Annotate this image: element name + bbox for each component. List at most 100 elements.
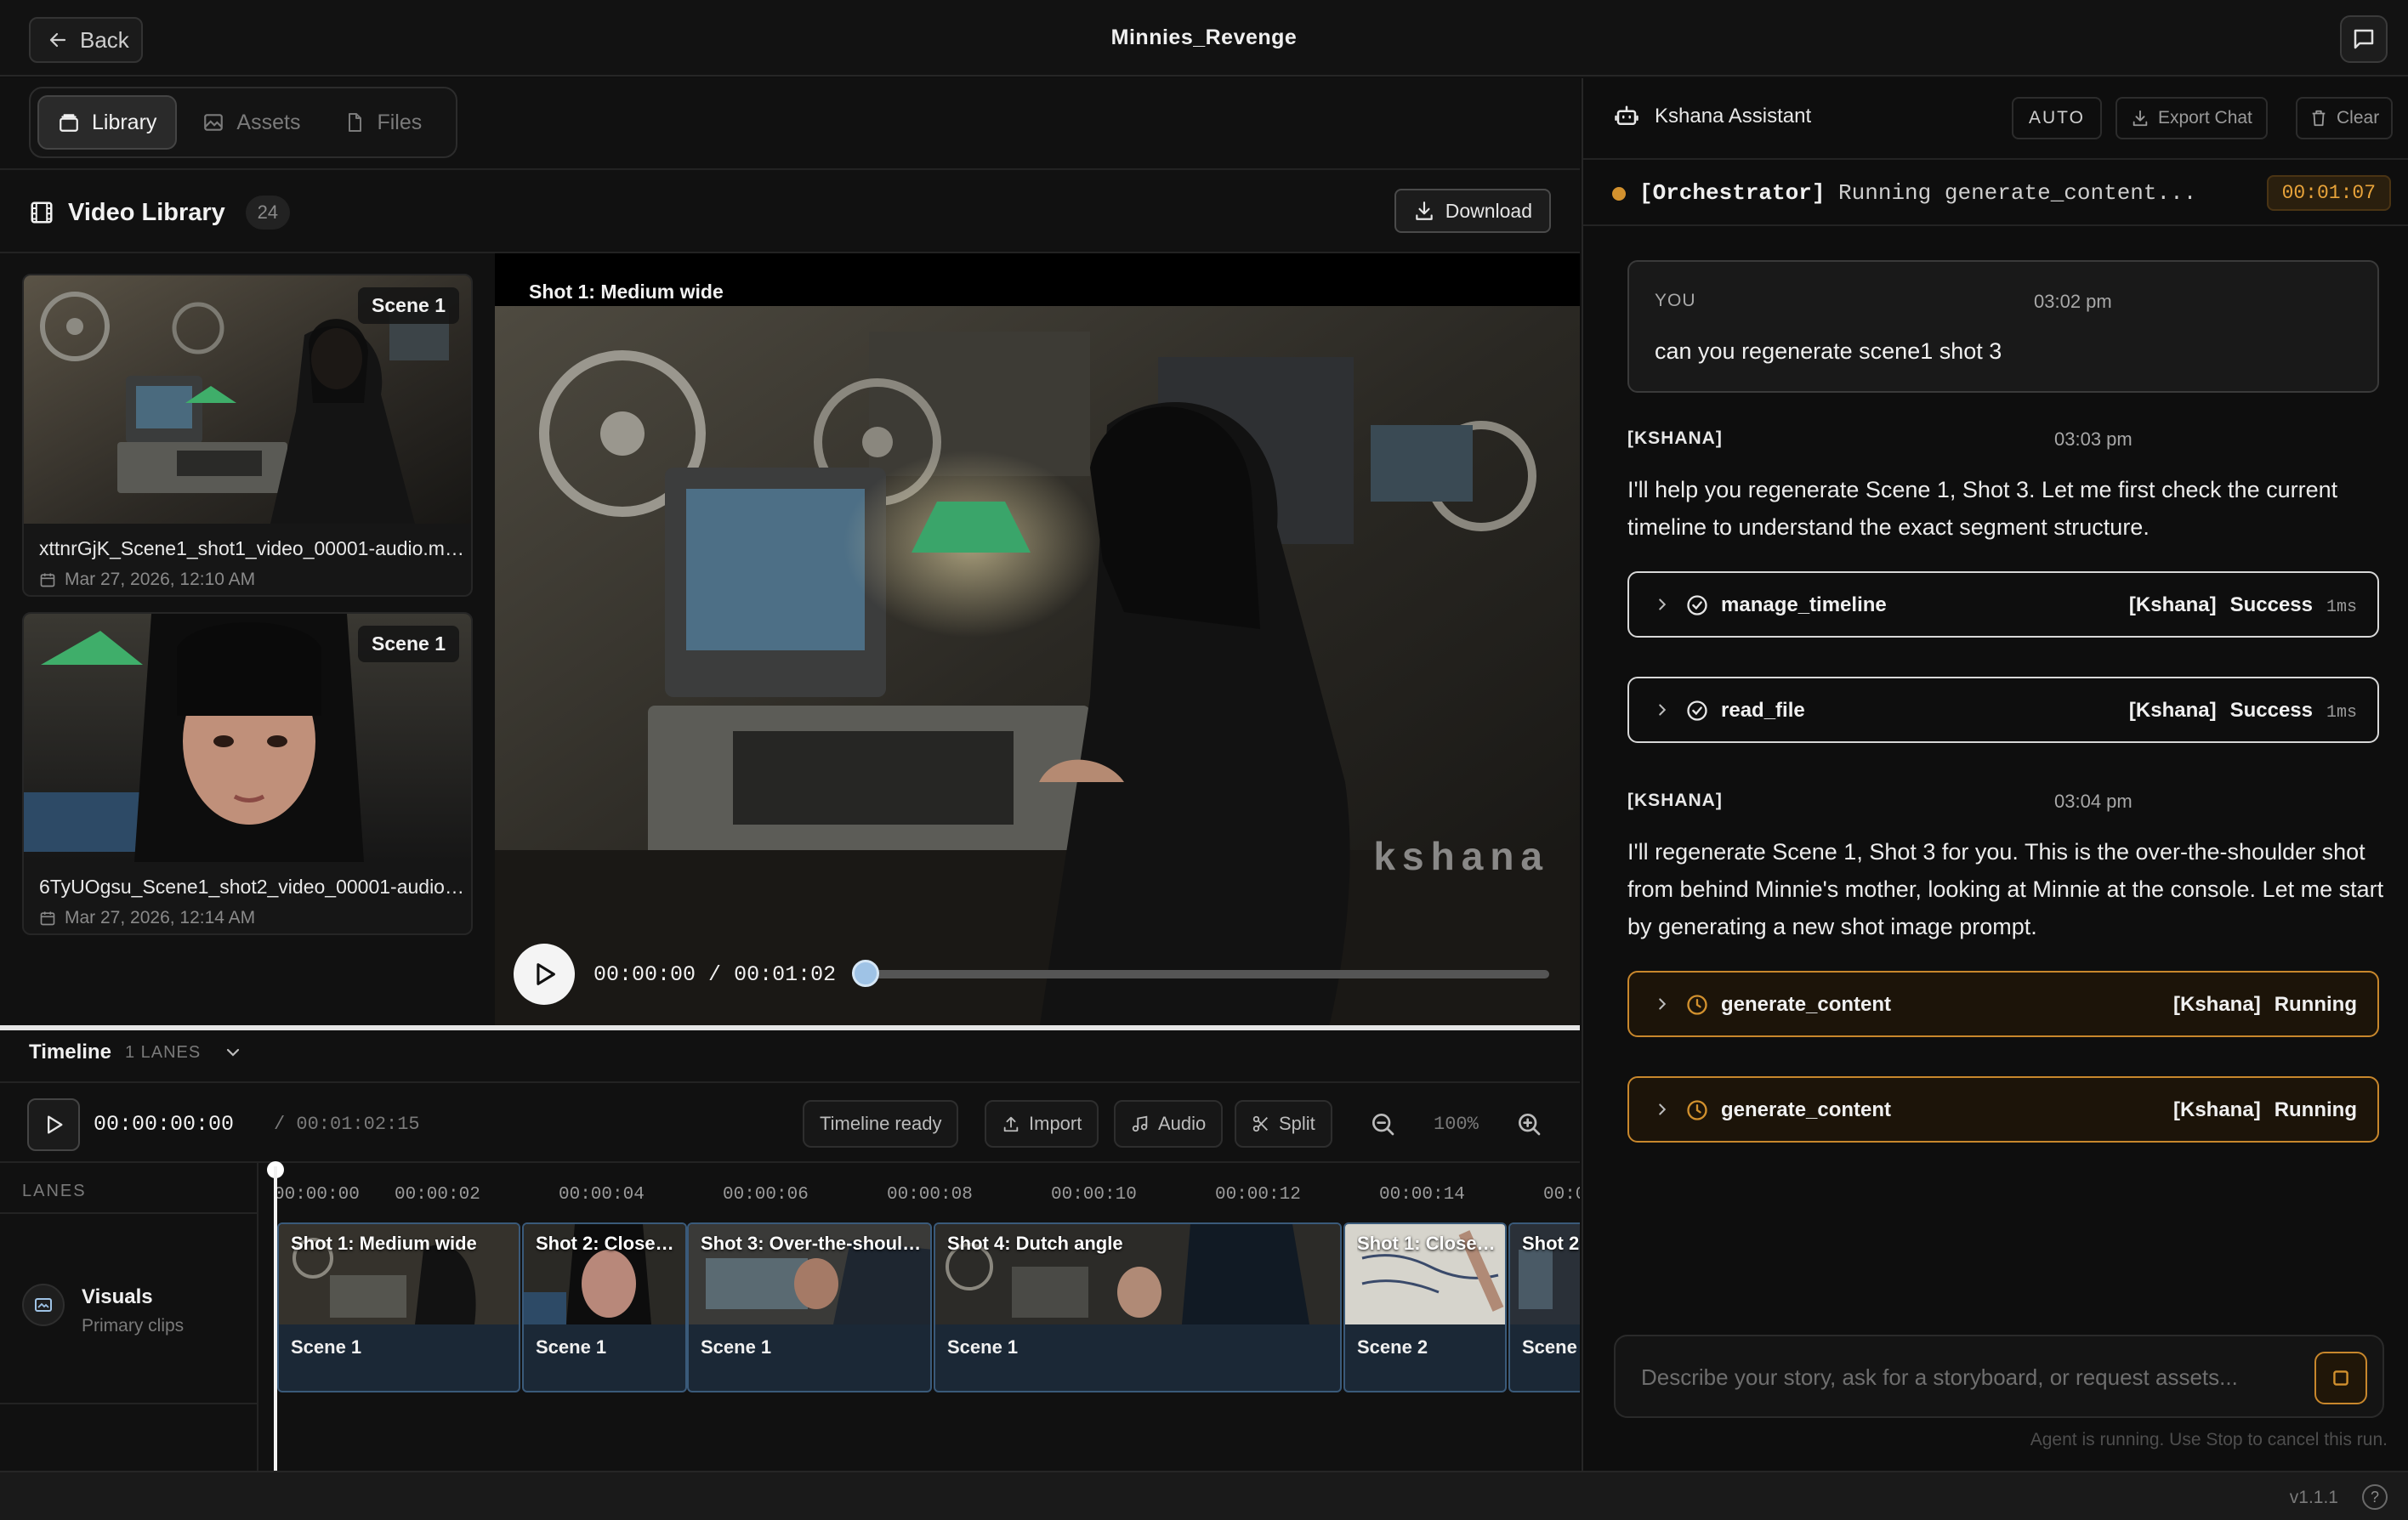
message-time: 03:03 pm <box>2054 428 2133 450</box>
audio-label: Audio <box>1158 1113 1207 1134</box>
chat-input[interactable] <box>1641 1358 2304 1396</box>
timeline-title: Timeline <box>29 1041 111 1063</box>
audio-button[interactable]: Audio <box>1114 1100 1224 1148</box>
lanes-column: LANES Visuals Primary clips <box>0 1163 258 1520</box>
clip-title: Shot 2: Close-up <box>536 1233 679 1254</box>
tool-name: manage_timeline <box>1721 593 1887 616</box>
message-time: 03:02 pm <box>2034 291 2112 312</box>
video-watermark: kshana <box>1373 834 1549 878</box>
lane-visuals[interactable]: Visuals Primary clips <box>0 1212 257 1404</box>
message-author: [KSHANA] <box>1627 428 1723 448</box>
timeline-header: Timeline 1 LANES <box>29 1041 243 1064</box>
timeline-clip[interactable]: Shot 3: Over-the-shoulder Scene 1 <box>687 1222 932 1392</box>
download-button[interactable]: Download <box>1394 189 1551 233</box>
zoom-out-icon[interactable] <box>1369 1110 1396 1137</box>
video-frame[interactable]: kshana <box>495 306 1580 1030</box>
tool-call-card-running[interactable]: generate_content [Kshana] Running <box>1627 1076 2379 1143</box>
player-current-time: 00:00:00 <box>593 962 696 987</box>
timeline-lane-count: 1 LANES <box>124 1042 202 1062</box>
clip-scene: Scene 1 <box>536 1336 607 1358</box>
player-shot-label: Shot 1: Medium wide <box>529 281 724 303</box>
clear-chat-button[interactable]: Clear <box>2296 97 2394 139</box>
clip-scene: Scene 1 <box>947 1336 1019 1358</box>
tool-agent: [Kshana] <box>2128 699 2217 722</box>
tool-call-card[interactable]: manage_timeline [Kshana] Success 1ms <box>1627 571 2379 638</box>
user-message: YOU 03:02 pm can you regenerate scene1 s… <box>1627 260 2379 393</box>
chat-panel-toggle-button[interactable] <box>2340 15 2388 63</box>
chat-input-box <box>1614 1335 2384 1418</box>
lane-subtitle: Primary clips <box>82 1316 185 1336</box>
chevron-down-icon[interactable] <box>223 1042 243 1063</box>
status-bar: v1.1.1 ? <box>0 1471 2408 1520</box>
status-dot <box>1612 187 1626 201</box>
video-player[interactable]: Shot 1: Medium wide kshana 00:00:00 / 00… <box>495 253 1580 1030</box>
tool-status-group: [Kshana] Running <box>2173 993 2357 1017</box>
split-button[interactable]: Split <box>1235 1100 1332 1148</box>
clip-title: Shot 1: Medium wide <box>291 1233 477 1254</box>
play-icon <box>48 1115 63 1134</box>
lanes-header: LANES <box>22 1182 87 1200</box>
scene-badge: Scene 1 <box>358 287 459 324</box>
orchestrator-status: [Orchestrator] Running generate_content.… <box>1583 158 2408 226</box>
tool-call-card[interactable]: read_file [Kshana] Success 1ms <box>1627 677 2379 743</box>
timeline-ruler[interactable]: 00:00:00 00:00:02 00:00:04 00:00:06 00:0… <box>258 1163 1580 1212</box>
tool-duration: 1ms <box>2326 703 2357 723</box>
play-button[interactable] <box>514 944 575 1005</box>
library-title-text: Video Library <box>68 198 225 226</box>
timeline-clip[interactable]: Shot 2: Close-up Scene 1 <box>522 1222 687 1392</box>
timeline-clip[interactable]: Shot 2 Scene 2 <box>1508 1222 1580 1392</box>
seek-bar[interactable] <box>852 960 1549 987</box>
assistant-panel: Kshana Assistant AUTO Export Chat Clear … <box>1582 78 2408 1471</box>
tab-assets[interactable]: Assets <box>184 95 319 150</box>
calendar-icon <box>40 573 55 587</box>
assistant-message-text: I'll regenerate Scene 1, Shot 3 for you.… <box>1627 839 2384 939</box>
clip-scene: Scene 2 <box>1522 1336 1580 1358</box>
ruler-tick: 00:00:14 <box>1379 1185 1465 1205</box>
playhead[interactable] <box>274 1166 277 1520</box>
clip-title: Shot 1: Close-up <box>1357 1233 1498 1254</box>
stop-icon <box>2333 1370 2348 1386</box>
upload-icon <box>1003 1116 1019 1132</box>
export-chat-button[interactable]: Export Chat <box>2116 97 2268 139</box>
tool-agent: [Kshana] <box>2173 1098 2261 1121</box>
help-icon[interactable]: ? <box>2362 1484 2388 1510</box>
orchestrator-message: Running generate_content... <box>1838 180 2197 206</box>
stop-button[interactable] <box>2314 1352 2367 1404</box>
assistant-header: Kshana Assistant AUTO Export Chat Clear <box>1583 78 2408 158</box>
clear-chat-label: Clear <box>2337 108 2380 128</box>
project-title: Minnies_Revenge <box>1110 26 1298 49</box>
split-label: Split <box>1279 1113 1315 1134</box>
video-card[interactable]: Scene 1 6TyUOgsu_Scene1_shot2_video_0000… <box>22 612 473 935</box>
tab-library[interactable]: Library <box>37 95 178 150</box>
download-icon <box>1415 201 1433 220</box>
timeline-clip[interactable]: Shot 1: Close-up Scene 2 <box>1343 1222 1507 1392</box>
film-icon <box>31 201 53 224</box>
chevron-right-icon <box>1659 998 1667 1010</box>
tab-files-label: Files <box>377 110 423 134</box>
message-time: 03:04 pm <box>2054 791 2133 812</box>
tool-call-card-running[interactable]: generate_content [Kshana] Running <box>1627 971 2379 1037</box>
timeline-clip[interactable]: Shot 1: Medium wide Scene 1 <box>277 1222 520 1392</box>
tool-name: generate_content <box>1721 993 1892 1016</box>
ruler-tick: 00:00:04 <box>559 1185 645 1205</box>
timeline-play-button[interactable] <box>27 1098 80 1151</box>
ruler-tick: 00:00:08 <box>887 1185 973 1205</box>
tab-files[interactable]: Files <box>326 95 440 150</box>
mode-toggle[interactable]: AUTO <box>2012 97 2102 139</box>
clock-icon <box>1687 1100 1707 1120</box>
message-author: YOU <box>1655 291 1696 310</box>
orchestrator-tag: [Orchestrator] <box>1639 180 1826 206</box>
timeline-toolbar: 00:00:00:00 / 00:01:02:15 Timeline ready… <box>0 1081 1580 1163</box>
timeline-clip[interactable]: Shot 4: Dutch angle Scene 1 <box>934 1222 1342 1392</box>
timeline-current-time: 00:00:00:00 <box>94 1112 235 1137</box>
ruler-tick: 00:00:06 <box>723 1185 809 1205</box>
import-button[interactable]: Import <box>985 1100 1099 1148</box>
scene-badge: Scene 1 <box>358 626 459 662</box>
orchestrator-text: [Orchestrator] Running generate_content.… <box>1639 180 2196 206</box>
message-text: can you regenerate scene1 shot 3 <box>1655 338 2002 364</box>
zoom-in-icon[interactable] <box>1515 1110 1542 1137</box>
video-card[interactable]: Scene 1 xttnrGjK_Scene1_shot1_video_0000… <box>22 274 473 597</box>
tool-status: Running <box>2274 993 2357 1016</box>
seek-handle[interactable] <box>852 960 879 987</box>
ruler-tick: 00:00:02 <box>395 1185 480 1205</box>
